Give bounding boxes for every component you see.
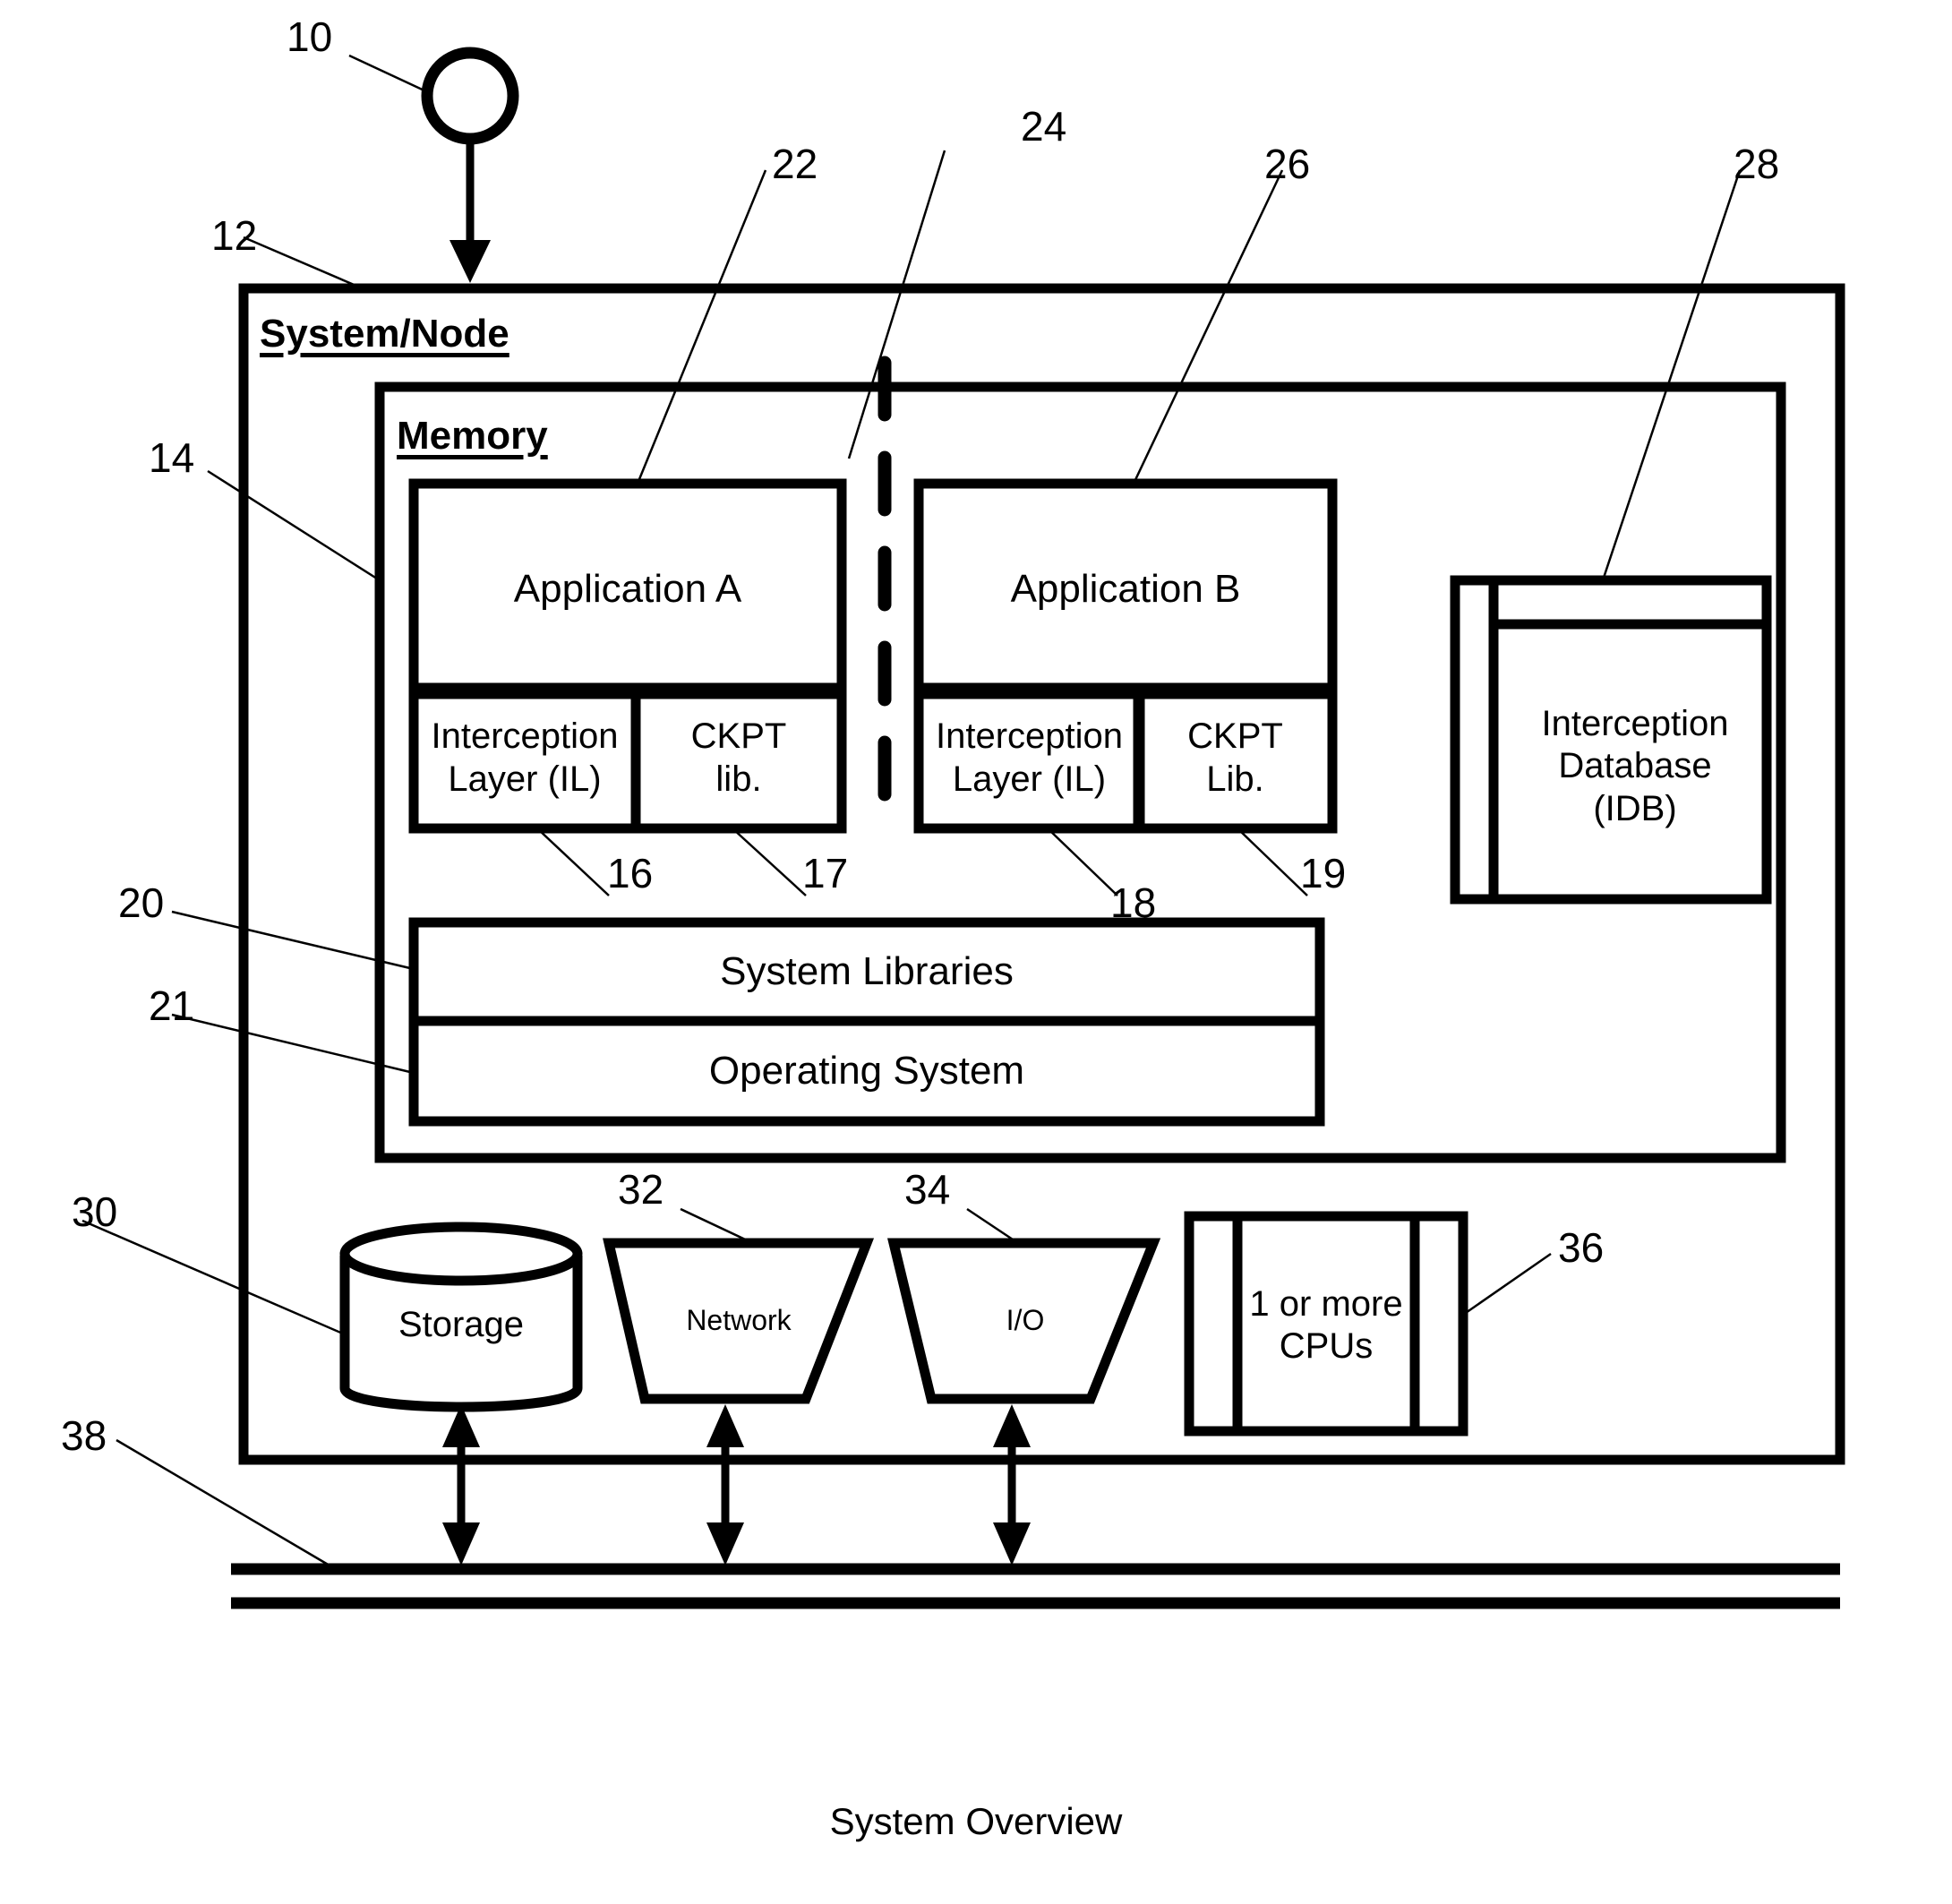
- application-a-label: Application A: [513, 566, 742, 611]
- ref-number-10: 10: [287, 13, 333, 60]
- io-bus-arrow-head-up: [993, 1404, 1031, 1447]
- ref-number-17: 17: [802, 850, 849, 896]
- leader-12: [243, 236, 359, 288]
- ref-number-14: 14: [149, 434, 195, 481]
- ref-number-22: 22: [772, 141, 818, 187]
- leader-19: [1237, 828, 1308, 896]
- leader-24: [847, 150, 946, 459]
- interception-layer-a-label: Interception Layer (IL): [431, 716, 619, 799]
- ref-number-30: 30: [72, 1188, 118, 1235]
- network-bus-arrow-head-down: [706, 1522, 744, 1565]
- storage-bus-arrow-head-down: [442, 1522, 480, 1565]
- io-bus-arrow-head-down: [993, 1522, 1031, 1565]
- figure-caption: System Overview: [829, 1800, 1123, 1842]
- ref-number-34: 34: [904, 1166, 951, 1213]
- system-libraries-label: System Libraries: [720, 949, 1014, 994]
- leader-30: [81, 1219, 346, 1336]
- ref-number-24: 24: [1021, 103, 1067, 150]
- ref-number-20: 20: [118, 879, 165, 926]
- ckpt-lib-b-label: CKPT Lib.: [1187, 716, 1283, 799]
- interception-database-label: Interception Database (IDB): [1541, 704, 1729, 828]
- leader-10: [348, 54, 429, 94]
- ref-number-19: 19: [1300, 850, 1347, 896]
- ref-number-38: 38: [61, 1412, 107, 1459]
- leader-16: [536, 828, 610, 896]
- ref-number-21: 21: [149, 982, 195, 1029]
- application-b-label: Application B: [1010, 566, 1241, 611]
- leader-26: [1132, 169, 1284, 485]
- leader-36: [1462, 1252, 1552, 1317]
- leader-28: [1601, 169, 1742, 581]
- ref-number-16: 16: [607, 850, 654, 896]
- ref-number-18: 18: [1110, 879, 1157, 926]
- storage-label: Storage: [398, 1305, 525, 1345]
- leader-18: [1047, 828, 1118, 896]
- network-bus-arrow-head-up: [706, 1404, 744, 1447]
- leader-17: [732, 828, 807, 896]
- actor-arrow-head: [449, 240, 491, 283]
- ref-number-28: 28: [1734, 141, 1780, 187]
- ckpt-lib-a-label: CKPT lib.: [690, 716, 787, 799]
- ref-number-26: 26: [1264, 141, 1311, 187]
- io-label: I/O: [1006, 1304, 1045, 1337]
- ref-number-12: 12: [211, 212, 258, 259]
- interception-layer-b-label: Interception Layer (IL): [935, 716, 1124, 799]
- cpu-label: 1 or more CPUs: [1249, 1283, 1403, 1366]
- ref-number-32: 32: [618, 1166, 664, 1213]
- operating-system-label: Operating System: [708, 1049, 1025, 1094]
- leader-14: [207, 469, 381, 582]
- system-node-title: System/Node: [260, 312, 509, 356]
- memory-title: Memory: [397, 414, 548, 458]
- figure-canvas: System/Node Memory Application A Applica…: [0, 0, 1952, 1904]
- user-actor-circle: [421, 47, 519, 145]
- network-label: Network: [686, 1304, 792, 1337]
- ref-number-36: 36: [1558, 1224, 1605, 1271]
- leader-22: [636, 169, 767, 485]
